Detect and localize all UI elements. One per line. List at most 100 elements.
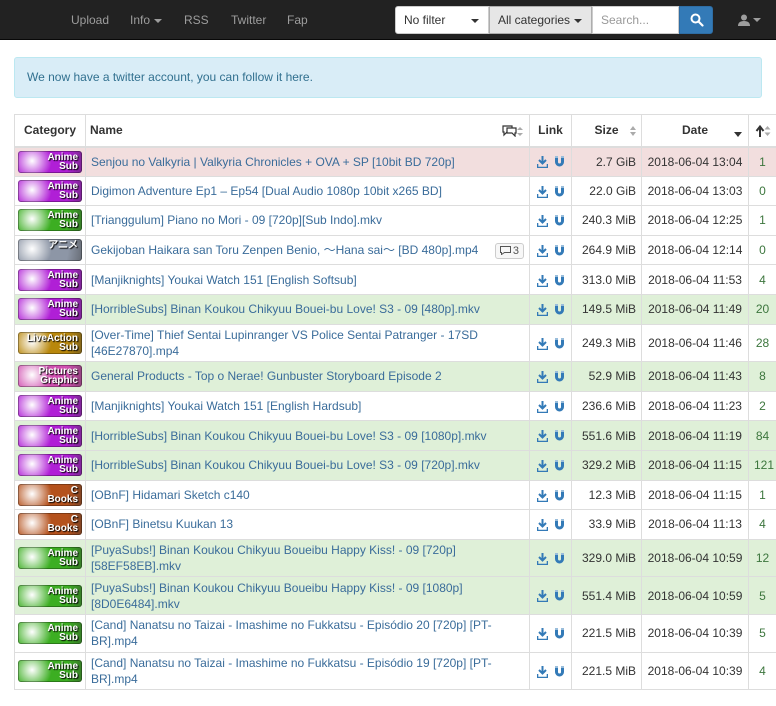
torrent-name-link[interactable]: Gekijoban Haikara san Toru Zenpen Benio,… xyxy=(91,242,478,258)
torrent-name-link[interactable]: [Manjiknights] Youkai Watch 151 [English… xyxy=(91,398,361,414)
table-row[interactable]: Anime Sub [PuyaSubs!] Binan Koukou Chikyuu… xyxy=(14,538,776,578)
download-icon[interactable] xyxy=(536,274,548,287)
magnet-icon[interactable] xyxy=(554,430,565,442)
torrent-name-link[interactable]: [PuyaSubs!] Binan Koukou Chikyuu Boueibu… xyxy=(91,580,524,612)
download-icon[interactable] xyxy=(536,337,548,350)
nav-rss-link[interactable]: RSS xyxy=(184,0,209,40)
torrent-name-link[interactable]: [PuyaSubs!] Binan Koukou Chikyuu Boueibu… xyxy=(91,542,524,574)
table-row[interactable]: Anime Sub [Cand] Nanatsu no Taizai - Imash… xyxy=(14,613,776,653)
magnet-icon[interactable] xyxy=(554,244,565,257)
table-row[interactable]: Anime Sub [Manjiknights] Youkai Watch 151 … xyxy=(14,264,776,295)
table-row[interactable]: C Books [OBnF] Binetsu Kuukan 13 33.9 MiB 20… xyxy=(14,509,776,540)
magnet-icon[interactable] xyxy=(554,628,565,640)
download-icon[interactable] xyxy=(536,371,548,384)
category-badge[interactable]: Anime Sub xyxy=(18,622,82,645)
table-row[interactable]: Anime Sub Senjou no Valkyria | Valkyria Ch… xyxy=(14,146,776,177)
nav-upload-link[interactable]: Upload xyxy=(71,0,109,40)
category-badge[interactable]: Anime Sub xyxy=(18,424,82,447)
table-row[interactable]: Anime Sub [PuyaSubs!] Binan Koukou Chikyuu… xyxy=(14,576,776,615)
category-badge[interactable]: Pictures Graphic xyxy=(18,365,82,388)
category-badge[interactable]: Anime Sub xyxy=(18,179,82,202)
category-badge[interactable]: Anime Sub xyxy=(18,298,82,321)
table-row[interactable]: Anime Sub [HorribleSubs] Binan Koukou Chik… xyxy=(14,420,776,451)
user-menu[interactable] xyxy=(736,0,766,40)
table-row[interactable]: Anime Sub [Cand] Nanatsu no Taizai - Imash… xyxy=(14,651,776,691)
torrent-name-link[interactable]: [Manjiknights] Youkai Watch 151 [English… xyxy=(91,272,357,288)
magnet-icon[interactable] xyxy=(554,489,565,502)
table-row[interactable]: Anime Sub [Manjiknights] Youkai Watch 151 … xyxy=(14,390,776,422)
table-row[interactable]: アニメ 3 Gekijoban Haikara san Toru Zenpen Be… xyxy=(14,234,776,266)
nav-fap-link[interactable]: Fap xyxy=(287,0,308,40)
search-button[interactable] xyxy=(679,6,713,34)
download-icon[interactable] xyxy=(536,590,548,603)
torrent-name-link[interactable]: [OBnF] Binetsu Kuukan 13 xyxy=(91,516,233,532)
category-badge[interactable]: アニメ xyxy=(18,239,82,262)
category-badge[interactable]: Anime Sub xyxy=(18,268,82,291)
download-icon[interactable] xyxy=(536,400,548,413)
torrent-name-link[interactable]: [HorribleSubs] Binan Koukou Chikyuu Boue… xyxy=(91,301,480,317)
filter-select[interactable]: No filter xyxy=(395,6,489,34)
download-icon[interactable] xyxy=(536,244,548,257)
torrent-name-link[interactable]: [Over-Time] Thief Sentai Lupinranger VS … xyxy=(91,327,524,359)
magnet-icon[interactable] xyxy=(554,552,565,565)
category-select[interactable]: All categories xyxy=(489,6,592,34)
table-row[interactable]: Anime Sub [HorribleSubs] Binan Koukou Chik… xyxy=(14,293,776,325)
table-row[interactable]: Anime Sub Digimon Adventure Ep1 – Ep54 [Du… xyxy=(14,175,776,207)
download-icon[interactable] xyxy=(536,489,548,502)
torrent-name-link[interactable]: [Cand] Nanatsu no Taizai - Imashime no F… xyxy=(91,617,524,649)
torrent-name-link[interactable]: [HorribleSubs] Binan Koukou Chikyuu Boue… xyxy=(91,457,480,473)
nav-twitter-link[interactable]: Twitter xyxy=(231,0,266,40)
category-badge[interactable]: Anime Sub xyxy=(18,547,82,570)
size-column-header[interactable]: Size xyxy=(571,114,642,148)
category-column-header[interactable]: Category xyxy=(14,114,86,148)
download-icon[interactable] xyxy=(536,304,548,317)
category-badge[interactable]: Anime Sub xyxy=(18,150,82,173)
comments-sort-icon[interactable] xyxy=(502,125,524,137)
magnet-icon[interactable] xyxy=(554,156,565,168)
torrent-name-link[interactable]: [Trianggulum] Piano no Mori - 09 [720p][… xyxy=(91,212,382,228)
download-icon[interactable] xyxy=(536,552,548,565)
category-badge[interactable]: Anime Sub xyxy=(18,395,82,418)
category-badge[interactable]: Anime Sub xyxy=(18,209,82,232)
download-icon[interactable] xyxy=(536,156,548,169)
category-badge[interactable]: Anime Sub xyxy=(18,584,82,607)
torrent-name-link[interactable]: Senjou no Valkyria | Valkyria Chronicles… xyxy=(91,154,455,170)
magnet-icon[interactable] xyxy=(554,665,565,678)
magnet-icon[interactable] xyxy=(554,304,565,316)
download-icon[interactable] xyxy=(536,185,548,198)
category-badge[interactable]: Anime Sub xyxy=(18,659,82,682)
seeders-column-header[interactable] xyxy=(748,114,776,148)
magnet-icon[interactable] xyxy=(554,185,565,198)
table-row[interactable]: C Books [OBnF] Hidamari Sketch c140 12.3 Mi… xyxy=(14,479,776,511)
magnet-icon[interactable] xyxy=(554,337,565,350)
table-row[interactable]: LiveAction Sub [Over-Time] Thief Sentai Lu… xyxy=(14,323,776,363)
category-badge[interactable]: Anime Sub xyxy=(18,454,82,477)
name-column-header[interactable]: Name xyxy=(85,114,530,148)
torrent-name-link[interactable]: General Products - Top o Nerae! Gunbuste… xyxy=(91,368,442,384)
table-row[interactable]: Anime Sub [Trianggulum] Piano no Mori - 09… xyxy=(14,205,776,236)
magnet-icon[interactable] xyxy=(554,400,565,413)
download-icon[interactable] xyxy=(536,628,548,641)
category-badge[interactable]: LiveAction Sub xyxy=(18,331,82,354)
category-badge[interactable]: C Books xyxy=(18,483,82,506)
search-input[interactable]: Search... xyxy=(592,6,679,34)
alert-text[interactable]: We now have a twitter account, you can f… xyxy=(27,70,313,84)
magnet-icon[interactable] xyxy=(554,460,565,472)
torrent-name-link[interactable]: [HorribleSubs] Binan Koukou Chikyuu Boue… xyxy=(91,428,487,444)
category-badge[interactable]: C Books xyxy=(18,513,82,536)
nav-info-dropdown[interactable]: Info xyxy=(130,0,163,40)
download-icon[interactable] xyxy=(536,215,548,228)
table-row[interactable]: Pictures Graphic General Products - Top o … xyxy=(14,361,776,392)
download-icon[interactable] xyxy=(536,519,548,532)
download-icon[interactable] xyxy=(536,460,548,473)
torrent-name-link[interactable]: [Cand] Nanatsu no Taizai - Imashime no F… xyxy=(91,655,524,687)
torrent-name-link[interactable]: Digimon Adventure Ep1 – Ep54 [Dual Audio… xyxy=(91,183,442,199)
magnet-icon[interactable] xyxy=(554,590,565,602)
magnet-icon[interactable] xyxy=(554,371,565,383)
magnet-icon[interactable] xyxy=(554,215,565,227)
download-icon[interactable] xyxy=(536,430,548,443)
magnet-icon[interactable] xyxy=(554,519,565,531)
comments-badge[interactable]: 3 xyxy=(494,242,524,259)
date-column-header[interactable]: Date xyxy=(641,114,749,148)
magnet-icon[interactable] xyxy=(554,274,565,287)
